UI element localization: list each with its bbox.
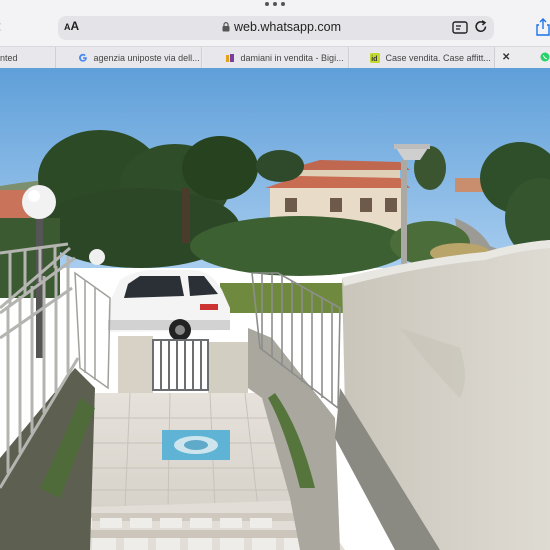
gate [152, 339, 209, 391]
gatepost-right [208, 342, 248, 394]
lock-icon [222, 22, 230, 32]
more-handle-icon[interactable] [262, 2, 288, 8]
url-text[interactable]: web.whatsapp.com [234, 20, 341, 34]
reader-mode-icon[interactable] [452, 21, 468, 34]
share-icon[interactable] [535, 18, 550, 36]
far-railing [74, 271, 111, 390]
bigi-icon [226, 53, 234, 62]
parked-car [108, 270, 230, 341]
tab-label: Case vendita. Case affitt... [385, 53, 491, 63]
whatsapp-icon[interactable] [540, 52, 550, 62]
idealista-icon: id [370, 52, 380, 63]
tab-4[interactable]: id Case vendita. Case affitt... [350, 47, 495, 69]
photo-scene [0, 68, 550, 550]
tab-label: damiani in vendita - Bigi... [240, 53, 344, 63]
google-g-icon [79, 53, 87, 62]
tab-label: agenzia uniposte via dell... [93, 53, 200, 63]
reload-icon[interactable] [474, 20, 488, 34]
tab-2[interactable]: agenzia uniposte via dell... [56, 47, 202, 69]
tab-3[interactable]: damiani in vendita - Bigi... [203, 47, 349, 69]
small-lamp [89, 249, 105, 265]
tab-1[interactable]: nted [0, 47, 56, 69]
chevron-left-icon[interactable]: ‹ [0, 17, 8, 35]
text-size-button[interactable]: AA [64, 19, 79, 33]
outdoor-stairway-photo [0, 68, 550, 550]
tab-label: nted [0, 53, 18, 63]
left-wall [0, 368, 95, 550]
gatepost-left [118, 336, 153, 394]
close-tab-icon[interactable]: ✕ [502, 52, 510, 63]
svg-text:id: id [371, 55, 377, 62]
tab-bar: nted agenzia uniposte via dell... damian… [0, 46, 550, 69]
decorative-tile [162, 430, 230, 460]
browser-chrome: ‹ AA web.whatsapp.com nted agenzia unipo… [0, 0, 550, 69]
